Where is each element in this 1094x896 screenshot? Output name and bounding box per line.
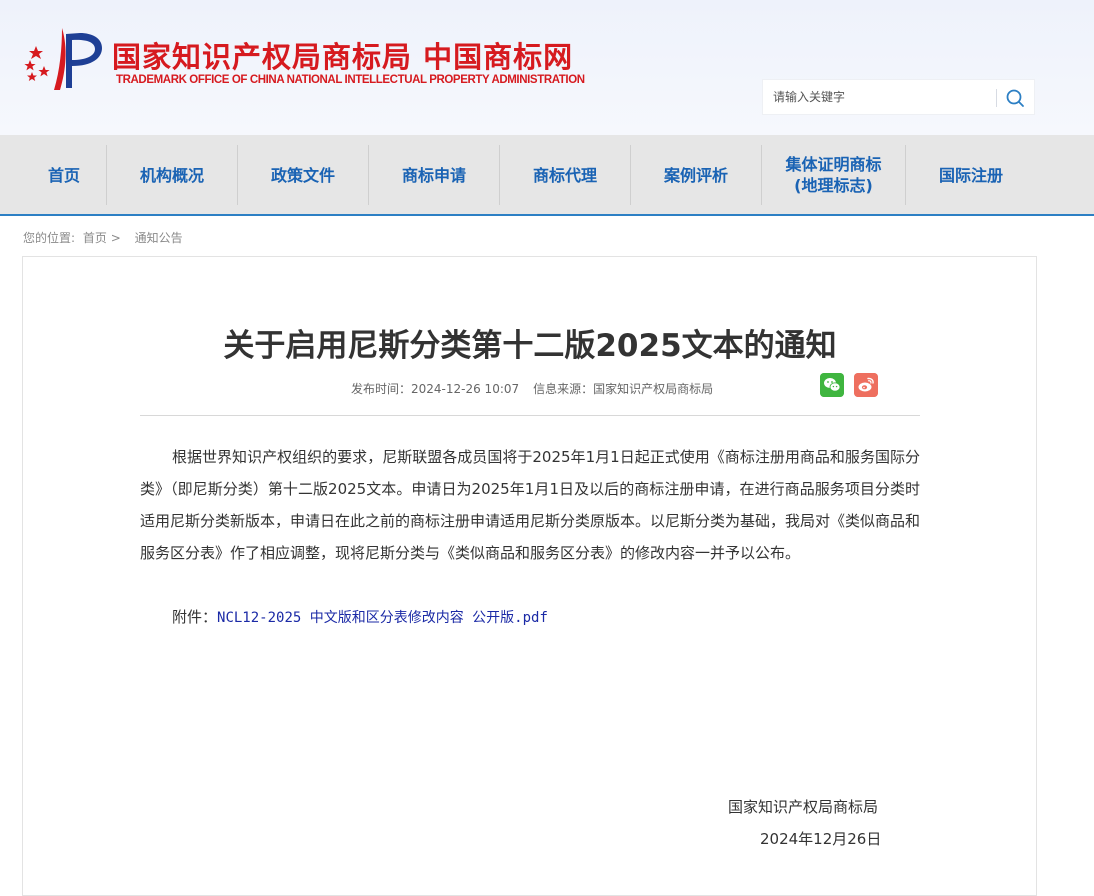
search-icon[interactable] xyxy=(1003,86,1027,110)
main-nav: 首页 机构概况 政策文件 商标申请 商标代理 案例评析 集体证明商标 (地理标志… xyxy=(0,135,1094,216)
breadcrumb-prefix: 您的位置: xyxy=(23,231,76,245)
nav-item-agency[interactable]: 商标代理 xyxy=(500,145,630,205)
publish-time: 发布时间：2024-12-26 10:07 xyxy=(351,382,520,396)
weibo-icon[interactable] xyxy=(854,373,878,397)
nav-item-collective-marks[interactable]: 集体证明商标 (地理标志) xyxy=(762,145,905,205)
site-name-en: TRADEMARK OFFICE OF CHINA NATIONAL INTEL… xyxy=(116,74,585,86)
search-input[interactable] xyxy=(763,80,995,114)
nav-item-about[interactable]: 机构概况 xyxy=(107,145,237,205)
title-divider xyxy=(140,415,920,416)
article-meta: 发布时间：2024-12-26 10:07 信息来源：国家知识产权局商标局 xyxy=(351,380,713,397)
signature-org: 国家知识产权局商标局 xyxy=(728,798,879,816)
site-name-cn: 国家知识产权局商标局 中国商标网 xyxy=(112,40,574,74)
wechat-icon[interactable] xyxy=(820,373,844,397)
site-header: 国家知识产权局商标局 中国商标网 TRADEMARK OFFICE OF CHI… xyxy=(0,0,1094,135)
attachment-line: 附件：NCL12-2025 中文版和区分表修改内容 公开版.pdf xyxy=(172,603,548,632)
cnipa-emblem-icon[interactable] xyxy=(22,28,104,90)
search-box xyxy=(762,79,1035,115)
nav-item-policies[interactable]: 政策文件 xyxy=(238,145,368,205)
breadcrumb-separator: > xyxy=(110,231,121,245)
breadcrumb: 您的位置: 首页 > 通知公告 xyxy=(23,229,183,246)
nav-item-cases[interactable]: 案例评析 xyxy=(631,145,761,205)
nav-item-application[interactable]: 商标申请 xyxy=(369,145,499,205)
search-divider xyxy=(996,89,997,107)
article-title: 关于启用尼斯分类第十二版2025文本的通知 xyxy=(223,328,837,364)
attachment-link[interactable]: NCL12-2025 中文版和区分表修改内容 公开版.pdf xyxy=(217,610,548,626)
breadcrumb-current-link[interactable]: 通知公告 xyxy=(135,231,183,245)
article-body: 根据世界知识产权组织的要求，尼斯联盟各成员国将于2025年1月1日起正式使用《商… xyxy=(140,448,921,562)
attachment-label: 附件： xyxy=(172,608,218,626)
nav-item-international[interactable]: 国际注册 xyxy=(906,145,1036,205)
article-source: 信息来源：国家知识产权局商标局 xyxy=(533,382,714,396)
nav-item-home[interactable]: 首页 xyxy=(22,145,106,205)
signature-date: 2024年12月26日 xyxy=(760,830,882,848)
breadcrumb-home-link[interactable]: 首页 xyxy=(83,231,107,245)
